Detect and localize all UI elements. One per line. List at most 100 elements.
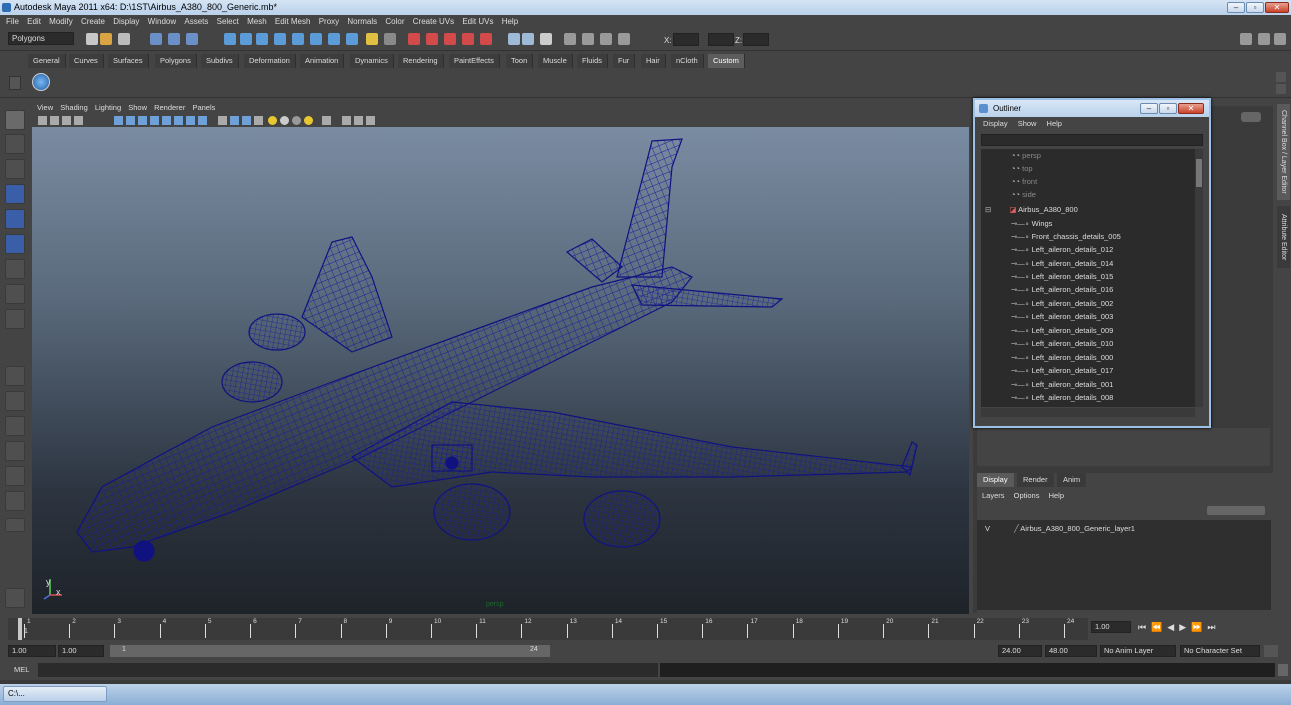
animation-start-input[interactable]: 1.00 <box>8 645 56 657</box>
minimize-button[interactable]: – <box>1227 2 1245 13</box>
menu-set-dropdown[interactable]: Polygons <box>8 32 74 45</box>
animation-end-input[interactable]: 48.00 <box>1045 645 1097 657</box>
absolute-transform-icon[interactable] <box>522 33 534 45</box>
select-object-icon[interactable] <box>168 33 180 45</box>
vp-menu-show[interactable]: Show <box>128 103 147 112</box>
persp-graph-hypergraph-layout-icon[interactable] <box>5 491 25 511</box>
gate-mask-icon[interactable] <box>150 116 159 125</box>
menu-normals[interactable]: Normals <box>347 17 377 26</box>
playback-controls[interactable]: ⏮⏪◀▶⏩⏭ <box>1138 622 1288 633</box>
perspective-viewport[interactable]: y x persp <box>32 127 969 614</box>
shelf-tab-general[interactable]: General <box>28 54 66 68</box>
shelf-tab-rendering[interactable]: Rendering <box>398 54 444 68</box>
backface-culling-icon[interactable] <box>354 116 363 125</box>
list-item[interactable]: ⊸—∘ Left_aileron_details_009 <box>1011 324 1113 337</box>
snap-view-plane-icon[interactable] <box>274 33 286 45</box>
layer-menu-help[interactable]: Help <box>1049 491 1064 500</box>
anim-layer-dropdown[interactable]: No Anim Layer <box>1100 645 1176 657</box>
rotate-tool-icon[interactable] <box>5 209 25 229</box>
attribute-editor-tab[interactable]: Attribute Editor <box>1277 206 1290 268</box>
smooth-shade-icon[interactable] <box>230 116 239 125</box>
shadows-icon[interactable] <box>292 116 301 125</box>
use-default-lighting-icon[interactable] <box>268 116 277 125</box>
scale-tool-icon[interactable] <box>5 234 25 254</box>
layer-visibility-toggle[interactable]: V <box>985 524 990 533</box>
menu-edit-uvs[interactable]: Edit UVs <box>462 17 493 26</box>
checkmark-icon[interactable] <box>32 73 50 91</box>
snap-curve-icon[interactable] <box>240 33 252 45</box>
list-item[interactable]: ⊸—∘ Left_aileron_details_010 <box>1011 337 1113 350</box>
shelf-tab-muscle[interactable]: Muscle <box>538 54 573 68</box>
safe-title-icon[interactable] <box>186 116 195 125</box>
render-region-icon[interactable] <box>564 33 576 45</box>
menu-edit-mesh[interactable]: Edit Mesh <box>275 17 311 26</box>
history-icon[interactable] <box>346 33 358 45</box>
snap-grid-icon[interactable] <box>224 33 236 45</box>
close-button[interactable]: ✕ <box>1265 2 1289 13</box>
list-item[interactable]: ◔◔ top <box>1011 162 1033 175</box>
playback-end-input[interactable]: 24.00 <box>998 645 1042 657</box>
outliner-close-button[interactable]: ✕ <box>1178 103 1204 114</box>
menu-create[interactable]: Create <box>81 17 105 26</box>
single-perspective-layout-icon[interactable] <box>5 366 25 386</box>
quick-layout-icon[interactable] <box>5 588 25 608</box>
new-scene-icon[interactable] <box>86 33 98 45</box>
textured-icon[interactable] <box>254 116 263 125</box>
render-current-icon[interactable] <box>366 33 378 45</box>
render-globals-icon[interactable] <box>462 33 474 45</box>
character-set-dropdown[interactable]: No Character Set <box>1180 645 1260 657</box>
batch-render-icon[interactable] <box>480 33 492 45</box>
outliner-search-input[interactable] <box>981 134 1203 146</box>
persp-graph-layout-icon[interactable] <box>5 441 25 461</box>
film-gate-icon[interactable] <box>126 116 135 125</box>
list-item[interactable]: ◔◔ persp <box>1011 149 1041 162</box>
image-plane-icon[interactable] <box>74 116 83 125</box>
playback-start-input[interactable]: 1.00 <box>58 645 104 657</box>
four-view-layout-icon[interactable] <box>5 391 25 411</box>
universal-manipulator-icon[interactable] <box>5 259 25 279</box>
select-hierarchy-icon[interactable] <box>150 33 162 45</box>
vp-menu-panels[interactable]: Panels <box>192 103 215 112</box>
persp-outliner-layout-icon[interactable] <box>5 416 25 436</box>
hypershade-persp-layout-icon[interactable] <box>5 466 25 486</box>
channel-box-icons[interactable] <box>1241 112 1261 122</box>
soft-modification-icon[interactable] <box>5 284 25 304</box>
wireframe-on-shaded-icon[interactable] <box>242 116 251 125</box>
list-item[interactable]: ⊸—∘ Left_aileron_details_017 <box>1011 364 1113 377</box>
shelf-tab-painteffects[interactable]: PaintEffects <box>449 54 500 68</box>
layer-name[interactable]: Airbus_A380_800_Generic_layer1 <box>1020 524 1135 533</box>
show-manipulator-icon[interactable] <box>5 309 25 329</box>
outliner-maximize-button[interactable]: ▫ <box>1159 103 1177 114</box>
layout-options-icon[interactable] <box>5 518 25 532</box>
list-item[interactable]: ⊸—∘ Left_aileron_details_000 <box>1011 351 1113 364</box>
snap-point-icon[interactable] <box>256 33 268 45</box>
shelf-tab-deformation[interactable]: Deformation <box>244 54 296 68</box>
list-item[interactable]: ⊸—∘ Left_aileron_details_008 <box>1011 391 1113 404</box>
shelf-tab-curves[interactable]: Curves <box>69 54 104 68</box>
outliner-vertical-scrollbar[interactable] <box>1195 149 1203 407</box>
outliner-menu-show[interactable]: Show <box>1018 119 1037 128</box>
shelf-menu-icon[interactable] <box>9 76 21 90</box>
ipr-render-icon[interactable] <box>384 33 396 45</box>
menu-assets[interactable]: Assets <box>184 17 208 26</box>
shelf-tab-animation[interactable]: Animation <box>300 54 345 68</box>
menu-edit[interactable]: Edit <box>27 17 41 26</box>
save-scene-icon[interactable] <box>118 33 130 45</box>
show-tool-settings-icon[interactable] <box>1274 33 1286 45</box>
input-ops-icon[interactable] <box>310 33 322 45</box>
safe-action-icon[interactable] <box>174 116 183 125</box>
xray-joints-icon[interactable] <box>342 116 351 125</box>
show-attribute-editor-icon[interactable] <box>1258 33 1270 45</box>
list-item[interactable]: ⊸—∘ Left_aileron_details_012 <box>1011 243 1113 256</box>
relative-transform-icon[interactable] <box>540 33 552 45</box>
z-coordinate-input[interactable] <box>743 33 769 46</box>
list-item[interactable]: ⊸—∘ Left_aileron_details_014 <box>1011 257 1113 270</box>
shelf-tab-hair[interactable]: Hair <box>641 54 666 68</box>
time-slider[interactable]: 1 2 3 4 5 6 7 8 9 10 11 12 13 14 15 16 17 18 19 20 21 22 23 24 … <box>0 614 1291 644</box>
shelf-tab-custom[interactable]: Custom <box>708 54 745 68</box>
show-channel-box-icon[interactable] <box>1240 33 1252 45</box>
auto-key-icon[interactable] <box>1264 645 1278 657</box>
move-tool-icon[interactable] <box>5 184 25 204</box>
maximize-button[interactable]: ▫ <box>1246 2 1264 13</box>
list-item[interactable]: ◔◔ side <box>1011 188 1036 201</box>
